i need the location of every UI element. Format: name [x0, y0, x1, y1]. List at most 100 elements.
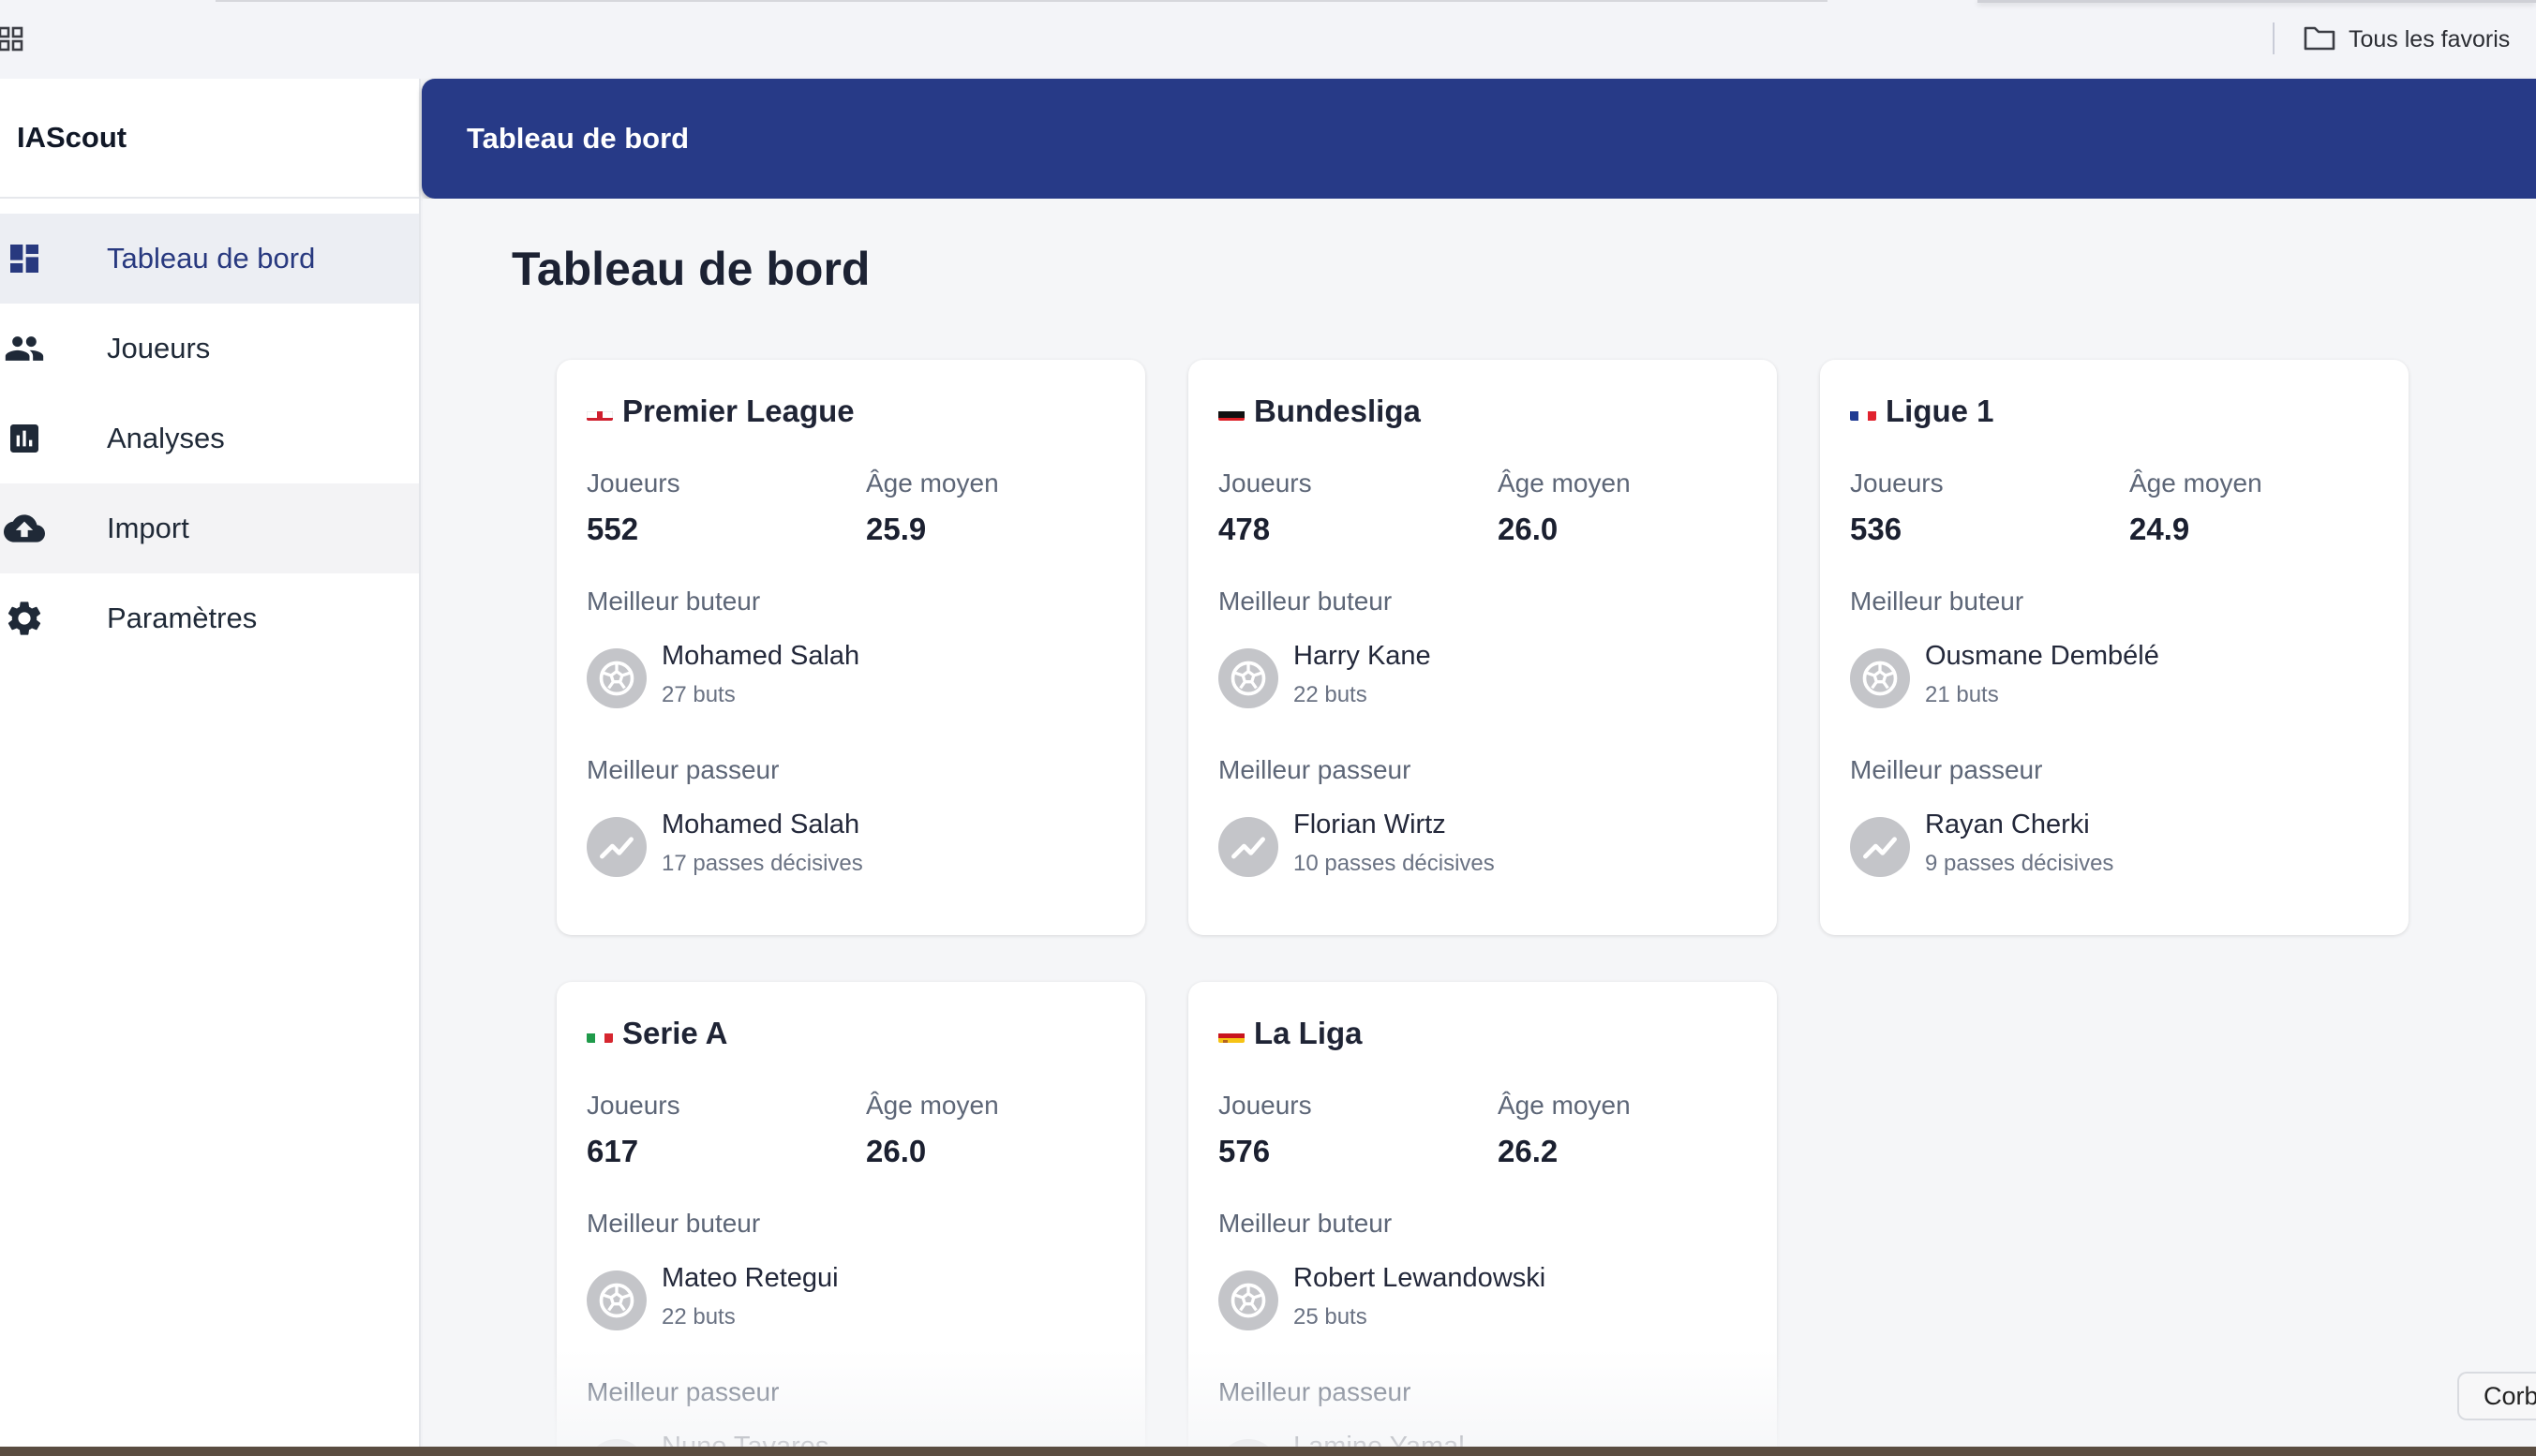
league-name: Serie A	[622, 1016, 728, 1050]
soccer-ball-icon	[587, 648, 647, 708]
top-assister-label: Meilleur passeur	[587, 755, 780, 784]
avg-age-label: Âge moyen	[2129, 468, 2262, 498]
league-card[interactable]: La Liga Joueurs 576 Âge moyen 26.2 Meill…	[1188, 982, 1777, 1456]
player-name: Mateo Retegui	[662, 1263, 839, 1293]
top-scorer[interactable]: Ousmane Dembélé 21 buts	[1850, 639, 2159, 708]
top-scorer[interactable]: Harry Kane 22 buts	[1218, 639, 1431, 708]
page-title: Tableau de bord	[512, 243, 871, 295]
avg-age-label: Âge moyen	[1498, 1091, 1631, 1120]
apps-grid-icon[interactable]	[0, 26, 24, 52]
players-label: Joueurs	[1218, 1091, 1312, 1120]
corner-button[interactable]: Corb	[2457, 1372, 2536, 1420]
sidebar: IAScout Tableau de bord Joueurs Analyses…	[0, 79, 421, 1447]
league-card[interactable]: Serie A Joueurs 617 Âge moyen 26.0 Meill…	[557, 982, 1145, 1456]
all-bookmarks-button[interactable]: Tous les favoris	[2304, 22, 2510, 56]
top-scorer-label: Meilleur buteur	[587, 1209, 761, 1238]
avg-age-label: Âge moyen	[866, 1091, 999, 1120]
league-card[interactable]: Ligue 1 Joueurs 536 Âge moyen 24.9 Meill…	[1820, 360, 2409, 935]
players-label: Joueurs	[587, 468, 680, 498]
top-assister[interactable]: Rayan Cherki 9 passes décisives	[1850, 808, 2113, 877]
league-name: Premier League	[622, 394, 855, 428]
spain-flag-icon	[1218, 1024, 1245, 1043]
top-scorer-label: Meilleur buteur	[587, 587, 761, 616]
top-assister[interactable]: Mohamed Salah 17 passes décisives	[587, 808, 863, 877]
england-flag-icon	[587, 402, 613, 421]
window-edge	[1977, 0, 2536, 3]
avg-age-label: Âge moyen	[866, 468, 999, 498]
header-title: Tableau de bord	[467, 122, 690, 155]
top-assister-label: Meilleur passeur	[587, 1377, 780, 1406]
player-name: Ousmane Dembélé	[1925, 641, 2159, 671]
france-flag-icon	[1850, 402, 1876, 421]
soccer-ball-icon	[587, 1270, 647, 1330]
desktop-strip	[0, 1447, 2536, 1456]
soccer-ball-icon	[1850, 648, 1910, 708]
avg-age-value: 26.0	[1498, 512, 1559, 546]
sidebar-nav: Tableau de bord Joueurs Analyses Import …	[0, 214, 419, 663]
germany-flag-icon	[1218, 402, 1245, 421]
bar-chart-icon	[4, 418, 45, 459]
player-name: Florian Wirtz	[1293, 810, 1446, 839]
soccer-ball-icon	[1218, 648, 1278, 708]
dashboard-icon	[4, 238, 45, 279]
sidebar-item-analyses[interactable]: Analyses	[0, 394, 419, 483]
bookmarks-bar: Tous les favoris	[0, 0, 2536, 79]
league-title: Serie A	[587, 1016, 728, 1051]
trending-up-icon	[1218, 817, 1278, 877]
players-count: 617	[587, 1134, 639, 1168]
bookmarks-separator	[2273, 22, 2275, 54]
sidebar-item-label: Tableau de bord	[107, 242, 316, 275]
avg-age-value: 26.0	[866, 1134, 927, 1168]
avg-age-value: 26.2	[1498, 1134, 1559, 1168]
league-title: La Liga	[1218, 1016, 1363, 1051]
soccer-ball-icon	[1218, 1270, 1278, 1330]
trending-up-icon	[1850, 817, 1910, 877]
league-card[interactable]: Bundesliga Joueurs 478 Âge moyen 26.0 Me…	[1188, 360, 1777, 935]
sidebar-item-players[interactable]: Joueurs	[0, 304, 419, 394]
league-title: Ligue 1	[1850, 394, 1994, 429]
sidebar-item-dashboard[interactable]: Tableau de bord	[0, 214, 419, 304]
player-assists: 9 passes décisives	[1925, 851, 2114, 876]
sidebar-item-label: Joueurs	[107, 332, 211, 364]
player-assists: 17 passes décisives	[662, 851, 863, 876]
top-scorer-label: Meilleur buteur	[1850, 587, 2024, 616]
player-goals: 21 buts	[1925, 682, 1999, 707]
players-label: Joueurs	[1218, 468, 1312, 498]
cloud-upload-icon	[4, 508, 45, 549]
top-assister[interactable]: Florian Wirtz 10 passes décisives	[1218, 808, 1495, 877]
top-scorer[interactable]: Mohamed Salah 27 buts	[587, 639, 859, 708]
folder-icon	[2304, 24, 2335, 55]
players-count: 478	[1218, 512, 1271, 546]
sidebar-item-import[interactable]: Import	[0, 483, 419, 573]
top-scorer[interactable]: Mateo Retegui 22 buts	[587, 1261, 839, 1330]
sidebar-item-label: Analyses	[107, 422, 225, 454]
top-assister-label: Meilleur passeur	[1218, 755, 1411, 784]
player-name: Robert Lewandowski	[1293, 1263, 1546, 1293]
top-scorer-label: Meilleur buteur	[1218, 1209, 1393, 1238]
avg-age-value: 24.9	[2129, 512, 2190, 546]
people-icon	[4, 328, 45, 369]
league-title: Bundesliga	[1218, 394, 1421, 429]
player-name: Harry Kane	[1293, 641, 1431, 671]
player-goals: 27 buts	[662, 682, 736, 707]
sidebar-item-settings[interactable]: Paramètres	[0, 573, 419, 663]
avg-age-label: Âge moyen	[1498, 468, 1631, 498]
league-title: Premier League	[587, 394, 855, 429]
tab-strip-edge	[216, 0, 1827, 2]
all-bookmarks-label: Tous les favoris	[2349, 25, 2511, 52]
player-assists: 10 passes décisives	[1293, 851, 1495, 876]
player-name: Mohamed Salah	[662, 641, 860, 671]
top-scorer[interactable]: Robert Lewandowski 25 buts	[1218, 1261, 1545, 1330]
players-label: Joueurs	[587, 1091, 680, 1120]
player-name: Mohamed Salah	[662, 810, 860, 839]
player-name: Rayan Cherki	[1925, 810, 2090, 839]
player-goals: 22 buts	[662, 1304, 736, 1330]
top-assister-label: Meilleur passeur	[1850, 755, 2043, 784]
gear-icon	[4, 598, 45, 639]
players-count: 536	[1850, 512, 1902, 546]
league-name: La Liga	[1254, 1016, 1363, 1050]
league-card[interactable]: Premier League Joueurs 552 Âge moyen 25.…	[557, 360, 1145, 935]
player-goals: 22 buts	[1293, 682, 1367, 707]
sidebar-item-label: Import	[107, 512, 189, 544]
top-assister-label: Meilleur passeur	[1218, 1377, 1411, 1406]
